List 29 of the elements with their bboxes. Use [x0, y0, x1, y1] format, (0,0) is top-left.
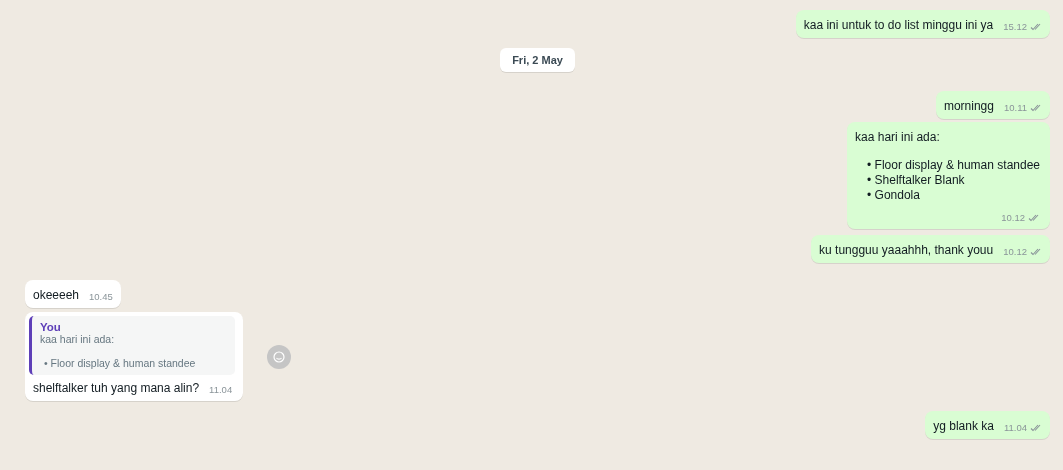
message-time: 11.04 [209, 384, 233, 395]
double-check-icon [1030, 247, 1042, 256]
double-check-icon [1030, 423, 1042, 432]
date-chip: Fri, 2 May [500, 48, 575, 72]
message-text: kaa ini untuk to do list minggu ini ya [803, 18, 994, 32]
list-item: • Shelftalker Blank [867, 173, 966, 187]
quote-list-item: • Floor display & human standee [44, 357, 196, 369]
message-time: 10.45 [89, 291, 113, 302]
smiley-icon [273, 350, 286, 363]
list-item: • Gondola [867, 188, 921, 202]
double-check-icon [1030, 22, 1042, 31]
message-text: kaa hari ini ada: [855, 130, 941, 144]
message-time: 11.04 [1003, 422, 1027, 433]
quote-text: kaa hari ini ada: [40, 333, 116, 345]
list-item: • Floor display & human standee [867, 158, 1040, 172]
quote-author: You [40, 321, 62, 333]
message-time: 10.12 [1001, 212, 1025, 223]
quoted-message[interactable]: You kaa hari ini ada: • Floor display & human standee [29, 316, 236, 375]
emoji-reaction-button[interactable] [267, 344, 292, 369]
message-text: yg blank ka [933, 419, 994, 433]
message-time: 15.12 [1003, 21, 1027, 32]
message-time: 10.11 [1003, 102, 1027, 113]
double-check-icon [1030, 103, 1042, 112]
message-text: shelftalker tuh yang mana alin? [33, 381, 200, 395]
message-text: ku tungguu yaaahhh, thank youu [819, 243, 994, 257]
message-text: morningg [943, 99, 994, 113]
message-time: 10.12 [1003, 246, 1027, 257]
message-text: okeeeeh [33, 288, 80, 302]
double-check-icon [1028, 213, 1040, 222]
